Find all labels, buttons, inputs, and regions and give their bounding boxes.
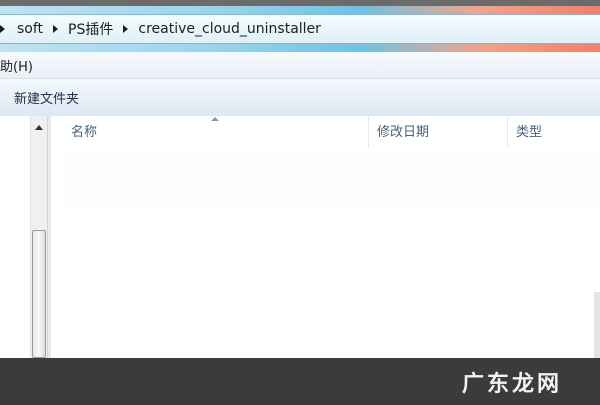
chevron-right-icon[interactable]	[123, 25, 129, 33]
breadcrumb-soft[interactable]: soft	[17, 21, 43, 37]
breadcrumb-creative-cloud-uninstaller[interactable]: creative_cloud_uninstaller	[138, 21, 321, 37]
right-edge-panel	[594, 292, 600, 358]
command-toolbar: 新建文件夹	[0, 79, 600, 117]
watermark-text: 广东龙网	[461, 371, 562, 397]
scroll-up-arrow-icon[interactable]	[35, 125, 43, 130]
column-header-type[interactable]: 类型	[508, 116, 600, 148]
column-header-name[interactable]: 名称	[51, 116, 369, 148]
chevron-right-icon[interactable]	[53, 25, 59, 33]
navigation-scrollbar[interactable]	[30, 116, 48, 358]
scrollbar-thumb[interactable]	[32, 230, 46, 358]
chevron-right-icon[interactable]	[0, 25, 5, 33]
column-header-row: 名称 修改日期 类型	[51, 116, 600, 148]
new-folder-button[interactable]: 新建文件夹	[14, 88, 79, 107]
navigation-pane[interactable]	[0, 116, 30, 358]
menu-item-help[interactable]: 助(H)	[0, 56, 33, 75]
file-list-pane[interactable]: 名称 修改日期 类型	[51, 116, 600, 358]
menu-bar: 助(H)	[0, 52, 600, 79]
address-bar[interactable]: soft PS插件 creative_cloud_uninstaller	[0, 14, 600, 44]
breadcrumb-ps-plugins[interactable]: PS插件	[68, 19, 113, 39]
empty-file-area[interactable]	[67, 154, 600, 206]
column-header-date-modified[interactable]: 修改日期	[369, 116, 508, 148]
